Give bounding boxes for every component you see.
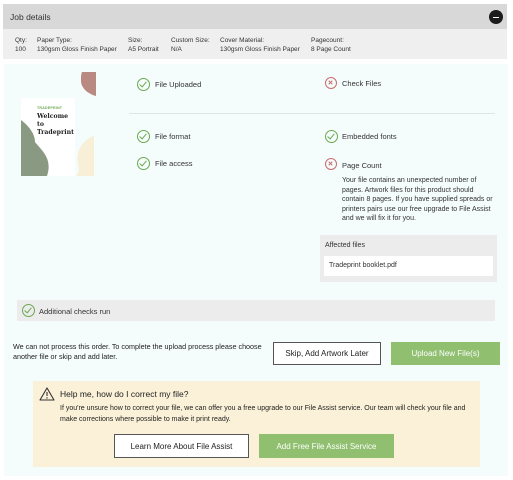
spec-label: Cover Material: <box>220 37 265 44</box>
check-embedded-fonts: Embedded fonts <box>342 132 397 141</box>
add-free-file-assist-button[interactable]: Add Free File Assist Service <box>259 434 394 458</box>
tradeprint-logo: TRADEPRINT <box>37 106 63 110</box>
job-specs: Qty: 100 Paper Type: 130gsm Gloss Finish… <box>3 29 507 59</box>
spec-value: 130gsm Gloss Finish Paper <box>220 46 300 53</box>
job-details-title: Job details <box>10 12 51 22</box>
check-file-access: File access <box>155 159 193 168</box>
check-success-icon <box>22 304 35 317</box>
additional-checks-bar[interactable]: Additional checks run <box>17 300 495 321</box>
check-error-icon <box>325 77 337 89</box>
job-details-header[interactable]: Job details <box>3 4 507 29</box>
affected-files-panel: Affected files Tradeprint booklet.pdf <box>320 235 497 282</box>
spec-pagecount: Pagecount: 8 Page Count <box>311 36 351 54</box>
check-file-format: File format <box>155 132 191 141</box>
cannot-process-message: We can not process this order. To comple… <box>13 342 262 361</box>
page-thumbnail-cover: TRADEPRINT Welcome to Tradeprint <box>21 98 75 176</box>
spec-value: A5 Portrait <box>128 46 159 53</box>
check-success-icon <box>137 78 150 91</box>
check-success-icon <box>137 157 150 170</box>
spec-label: Pagecount: <box>311 37 344 44</box>
page-thumbnail <box>81 72 96 96</box>
check-file-uploaded: File Uploaded <box>155 80 202 89</box>
warning-icon <box>39 387 55 401</box>
affected-file-item[interactable]: Tradeprint booklet.pdf <box>324 256 493 276</box>
spec-value: 130gsm Gloss Finish Paper <box>37 46 117 53</box>
affected-files-title: Affected files <box>325 242 365 249</box>
spec-size: Size: A5 Portrait <box>128 36 159 54</box>
spec-qty: Qty: 100 <box>15 36 27 54</box>
spec-value: 100 <box>15 46 26 53</box>
check-error-icon <box>325 158 337 170</box>
spec-value: 8 Page Count <box>311 46 351 53</box>
check-success-icon <box>137 130 150 143</box>
spec-cover-material: Cover Material: 130gsm Gloss Finish Pape… <box>220 36 300 54</box>
spec-label: Paper Type: <box>37 37 72 44</box>
help-text: If you're unsure how to correct your fil… <box>60 405 466 423</box>
spec-custom-size: Custom Size: N/A <box>171 36 210 54</box>
spec-paper-type: Paper Type: 130gsm Gloss Finish Paper <box>37 36 117 54</box>
additional-checks-label: Additional checks run <box>39 307 111 316</box>
skip-add-artwork-later-button[interactable]: Skip, Add Artwork Later <box>273 342 381 365</box>
page-count-description: Your file contains an unexpected number … <box>342 177 493 223</box>
spec-label: Size: <box>128 37 143 44</box>
spec-value: N/A <box>171 46 182 53</box>
help-title: Help me, how do I correct my file? <box>60 389 189 399</box>
divider <box>129 113 495 114</box>
spec-label: Qty: <box>15 37 27 44</box>
learn-more-file-assist-button[interactable]: Learn More About File Assist <box>114 434 249 458</box>
preview-shape <box>21 120 49 176</box>
check-page-count: Page Count <box>342 161 382 170</box>
upload-new-files-button[interactable]: Upload New File(s) <box>391 342 500 365</box>
page-thumbnail <box>76 136 94 176</box>
collapse-icon[interactable] <box>489 10 503 24</box>
check-success-icon <box>325 130 338 143</box>
spec-label: Custom Size: <box>171 37 210 44</box>
help-panel: Help me, how do I correct my file? If yo… <box>33 381 480 467</box>
check-check-files: Check Files <box>342 79 382 88</box>
